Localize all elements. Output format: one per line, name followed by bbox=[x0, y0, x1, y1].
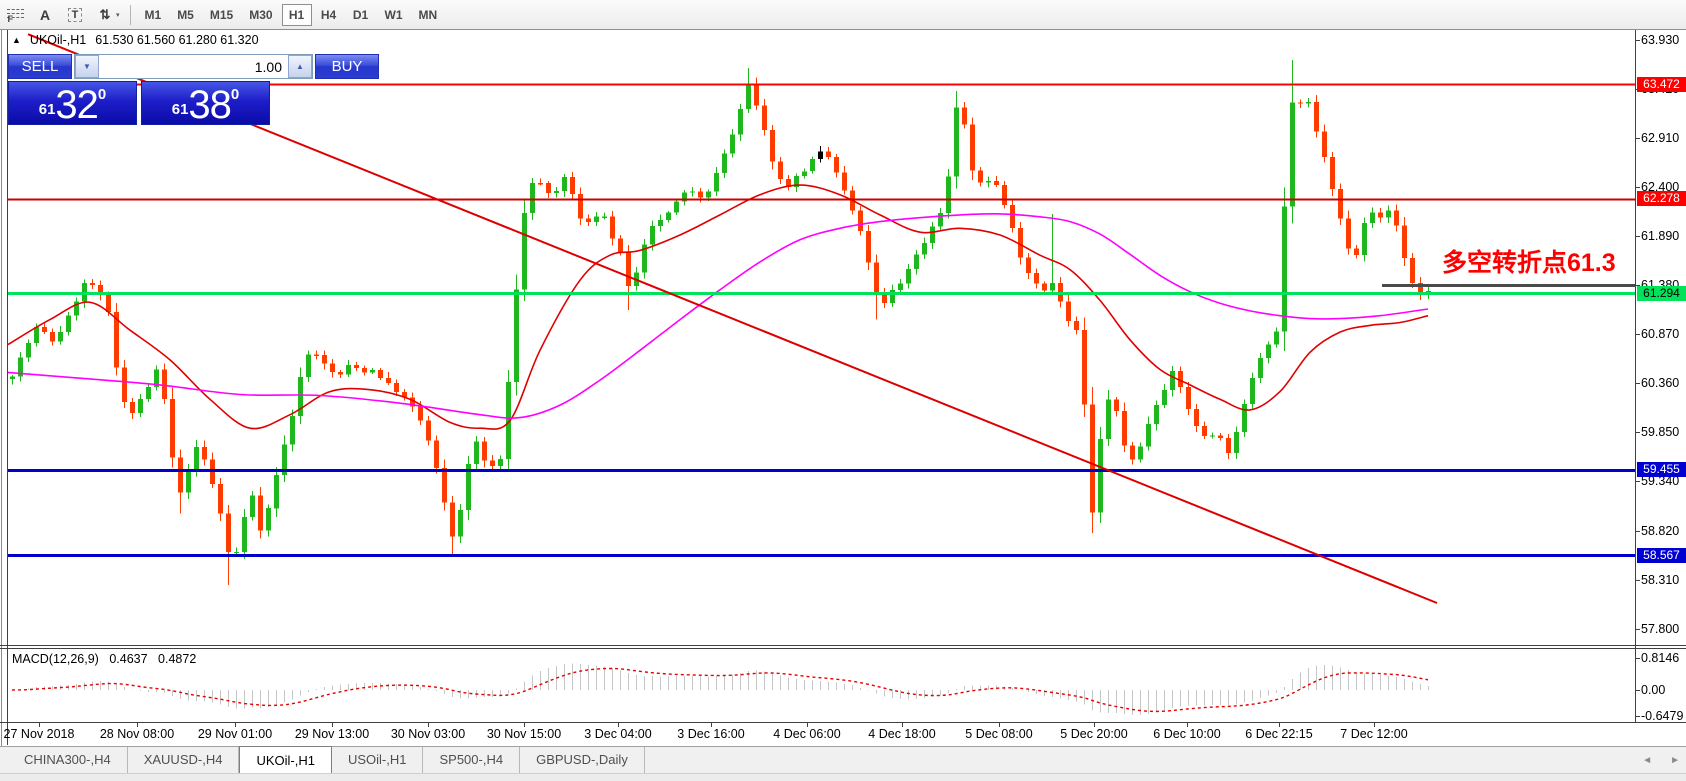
tab-scroll-controls: ◄ ► bbox=[1642, 747, 1680, 774]
text-tool-icon: A bbox=[39, 6, 51, 23]
timeframe-h1-button[interactable]: H1 bbox=[281, 3, 312, 26]
arrows-tool-button[interactable]: ⇅ bbox=[90, 2, 120, 28]
tabs-scroll-right-icon[interactable]: ► bbox=[1670, 755, 1680, 766]
buy-price-display[interactable]: 61 38 0 bbox=[141, 81, 270, 125]
chart-annotation-text: 多空转折点61.3 bbox=[1442, 249, 1616, 277]
macd-name: MACD(12,26,9) bbox=[12, 652, 99, 666]
volume-increase-icon[interactable]: ▲ bbox=[288, 55, 312, 78]
tab-sp500[interactable]: SP500-,H4 bbox=[423, 747, 521, 774]
arrows-tool-icon: ⇅ bbox=[99, 6, 111, 22]
candles-layer bbox=[10, 60, 1431, 585]
volume-spinner: ▼ ▲ bbox=[74, 54, 313, 79]
volume-input[interactable] bbox=[99, 55, 288, 78]
macd-indicator-label: MACD(12,26,9) 0.4637 0.4872 bbox=[12, 652, 203, 666]
timeframe-mn-button[interactable]: MN bbox=[412, 4, 445, 26]
tab-usoil[interactable]: USOil-,H1 bbox=[332, 747, 424, 774]
buy-price-big: 38 bbox=[188, 82, 231, 127]
tabs-scroll-left-icon[interactable]: ◄ bbox=[1642, 755, 1652, 766]
tab-china300[interactable]: CHINA300-,H4 bbox=[8, 747, 128, 774]
text-label-tool-button[interactable]: T bbox=[60, 2, 90, 28]
macd-signal-line bbox=[11, 667, 1429, 713]
chart-symbol: UKOil-,H1 bbox=[29, 33, 87, 47]
timeframe-m30-button[interactable]: M30 bbox=[242, 4, 279, 26]
timeframe-h4-button[interactable]: H4 bbox=[314, 4, 344, 26]
sell-price-display[interactable]: 61 32 0 bbox=[8, 81, 137, 125]
chart-tab-bar: CHINA300-,H4 XAUUSD-,H4 UKOil-,H1 USOil-… bbox=[0, 746, 1686, 774]
trade-panel-toggle-icon[interactable]: ▲ bbox=[12, 35, 21, 45]
tab-xauusd[interactable]: XAUUSD-,H4 bbox=[128, 747, 240, 774]
status-strip bbox=[0, 773, 1686, 781]
text-tool-button[interactable]: A bbox=[30, 2, 60, 28]
fibonacci-tool-button[interactable]: F bbox=[0, 2, 30, 28]
mt4-window: F A T ⇅ ▾ M1 M5 M15 M30 H1 H4 D1 W1 MN 6… bbox=[0, 0, 1686, 781]
timeframe-d1-button[interactable]: D1 bbox=[346, 4, 376, 26]
volume-decrease-icon[interactable]: ▼ bbox=[75, 55, 99, 78]
buy-button[interactable]: BUY bbox=[315, 54, 379, 79]
ma-line-slow-magenta bbox=[7, 213, 1429, 419]
timeframe-m15-button[interactable]: M15 bbox=[203, 4, 240, 26]
buy-price-small: 61 bbox=[171, 101, 189, 118]
timeframe-w1-button[interactable]: W1 bbox=[378, 4, 410, 26]
chart-ohlc-values: 61.530 61.560 61.280 61.320 bbox=[95, 33, 259, 47]
timeframe-m5-button[interactable]: M5 bbox=[170, 4, 201, 26]
macd-signal-value: 0.4872 bbox=[158, 652, 197, 666]
timeframe-m1-button[interactable]: M1 bbox=[138, 4, 169, 26]
toolbar-separator bbox=[129, 4, 131, 25]
macd-value: 0.4637 bbox=[109, 652, 148, 666]
fibonacci-icon: F bbox=[6, 8, 24, 24]
chart-title: ▲ UKOil-,H1 61.530 61.560 61.280 61.320 bbox=[12, 33, 259, 47]
sell-price-big: 32 bbox=[55, 82, 98, 127]
sell-button[interactable]: SELL bbox=[8, 54, 72, 79]
sell-price-small: 61 bbox=[38, 101, 56, 118]
text-label-icon: T bbox=[67, 7, 83, 22]
tab-gbpusd[interactable]: GBPUSD-,Daily bbox=[520, 747, 645, 774]
one-click-trade-panel: SELL ▼ ▲ BUY 61 32 0 61 38 0 bbox=[8, 54, 379, 125]
buy-price-sup: 0 bbox=[230, 86, 240, 103]
tab-ukoil[interactable]: UKOil-,H1 bbox=[239, 746, 332, 774]
toolbar: F A T ⇅ ▾ M1 M5 M15 M30 H1 H4 D1 W1 MN bbox=[0, 0, 1686, 30]
sell-price-sup: 0 bbox=[97, 86, 107, 103]
